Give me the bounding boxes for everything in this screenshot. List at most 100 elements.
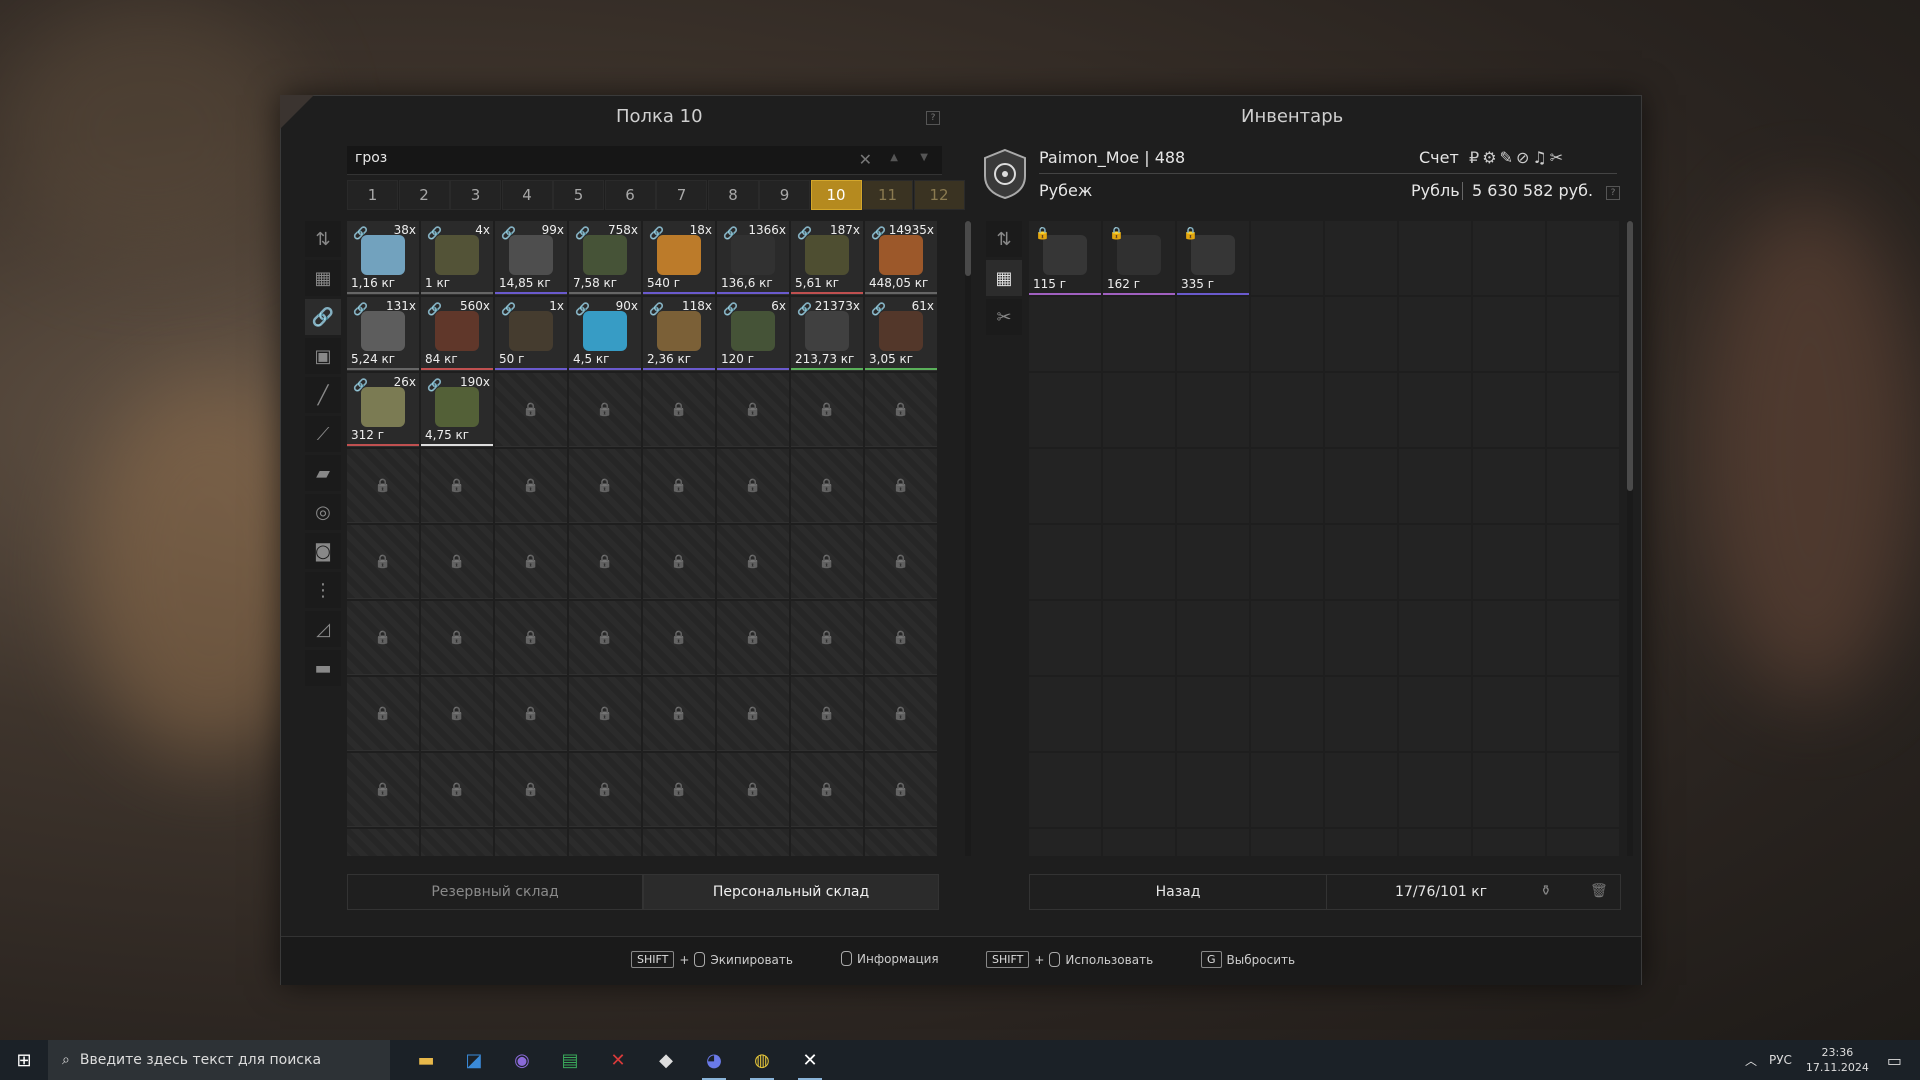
inventory-slot[interactable] <box>1029 677 1101 751</box>
inventory-slot[interactable] <box>1251 373 1323 447</box>
box-icon[interactable]: ▬ <box>305 650 341 686</box>
locked-slot[interactable] <box>569 753 641 827</box>
locked-slot[interactable] <box>865 449 937 523</box>
locked-slot[interactable] <box>347 449 419 523</box>
locked-slot[interactable] <box>495 601 567 675</box>
inventory-slot[interactable] <box>1325 677 1397 751</box>
locked-slot[interactable] <box>791 449 863 523</box>
shelf-tab-9[interactable]: 9 <box>759 180 810 210</box>
locked-slot[interactable] <box>865 829 937 856</box>
locked-slot[interactable] <box>791 677 863 751</box>
sheets-icon[interactable]: ▤ <box>546 1040 594 1080</box>
locked-slot[interactable] <box>495 373 567 447</box>
grid-icon[interactable]: ▦ <box>305 260 341 296</box>
ruble-icon[interactable]: ₽ <box>1469 148 1479 167</box>
shelf-scrollbar[interactable] <box>965 221 971 856</box>
inventory-slot[interactable] <box>1325 373 1397 447</box>
inventory-slot[interactable] <box>1399 601 1471 675</box>
shelf-tab-1[interactable]: 1 <box>347 180 398 210</box>
inventory-slot[interactable] <box>1399 677 1471 751</box>
locked-slot[interactable] <box>643 829 715 856</box>
notifications-icon[interactable]: ▭ <box>1887 1051 1902 1070</box>
back-button[interactable]: Назад <box>1030 875 1327 909</box>
grid-icon[interactable]: ▦ <box>986 260 1022 296</box>
shelf-tab-4[interactable]: 4 <box>501 180 553 210</box>
chrome-icon[interactable]: ◍ <box>738 1040 786 1080</box>
bandage-icon[interactable]: ▰ <box>305 455 341 491</box>
item-slot[interactable]: 🔗 190x 4,75 кг <box>421 373 493 447</box>
locked-slot[interactable] <box>717 449 789 523</box>
inventory-slot[interactable] <box>1399 373 1471 447</box>
locked-slot[interactable] <box>865 601 937 675</box>
item-slot[interactable]: 🔗 187x 5,61 кг <box>791 221 863 295</box>
trash-icon[interactable]: 🗑 <box>1590 883 1608 899</box>
gear-icon[interactable]: ⚙ <box>1482 148 1496 167</box>
shelf-tab-10[interactable]: 10 <box>810 180 862 210</box>
locked-slot[interactable] <box>421 449 493 523</box>
item-slot[interactable]: 🔗 560x 84 кг <box>421 297 493 371</box>
shelf-tab-8[interactable]: 8 <box>707 180 759 210</box>
locked-slot[interactable] <box>717 601 789 675</box>
inventory-slot[interactable] <box>1547 677 1619 751</box>
inventory-slot[interactable] <box>1103 297 1175 371</box>
inventory-slot[interactable] <box>1399 525 1471 599</box>
locked-slot[interactable] <box>495 829 567 856</box>
item-slot[interactable]: 🔗 118x 2,36 кг <box>643 297 715 371</box>
search-input[interactable] <box>347 146 843 170</box>
inventory-slot[interactable] <box>1029 829 1101 856</box>
link-icon[interactable]: 🔗 <box>305 299 341 335</box>
inventory-slot[interactable] <box>1325 297 1397 371</box>
locked-slot[interactable] <box>717 373 789 447</box>
inventory-help-button[interactable]: ? <box>1606 186 1620 200</box>
token-icon[interactable]: ⊘ <box>1516 148 1529 167</box>
inventory-slot[interactable] <box>1251 753 1323 827</box>
item-slot[interactable]: 🔗 38x 1,16 кг <box>347 221 419 295</box>
locked-slot[interactable] <box>569 677 641 751</box>
locked-slot[interactable] <box>569 373 641 447</box>
locked-slot[interactable] <box>643 525 715 599</box>
inventory-slot[interactable] <box>1325 829 1397 856</box>
item-slot[interactable]: 🔗 99x 14,85 кг <box>495 221 567 295</box>
tab-reserve-storage[interactable]: Резервный склад <box>347 874 643 910</box>
inventory-slot[interactable] <box>1177 373 1249 447</box>
locked-slot[interactable] <box>347 829 419 856</box>
locked-slot[interactable] <box>717 525 789 599</box>
arrow-up-icon[interactable]: ▲ <box>890 152 898 163</box>
locked-slot[interactable] <box>347 753 419 827</box>
item-slot[interactable]: 🔗 21373x 213,73 кг <box>791 297 863 371</box>
locked-slot[interactable] <box>717 753 789 827</box>
locked-slot[interactable] <box>791 373 863 447</box>
pen-icon[interactable]: ✎ <box>1500 148 1513 167</box>
rifle-icon[interactable]: ╱ <box>305 377 341 413</box>
inventory-slot[interactable] <box>1177 677 1249 751</box>
ammo-icon[interactable]: ⋮ <box>305 572 341 608</box>
shelf-tab-11[interactable]: 11 <box>862 180 913 210</box>
shelf-tab-6[interactable]: 6 <box>604 180 656 210</box>
locked-slot[interactable] <box>421 753 493 827</box>
misc-icon[interactable]: ◿ <box>305 611 341 647</box>
inventory-slot[interactable] <box>1473 677 1545 751</box>
inventory-slot[interactable] <box>1473 449 1545 523</box>
inventory-slot[interactable] <box>1177 449 1249 523</box>
item-slot[interactable]: 🔗 1366x 136,6 кг <box>717 221 789 295</box>
locked-slot[interactable] <box>495 449 567 523</box>
locked-slot[interactable] <box>347 677 419 751</box>
inventory-slot[interactable] <box>1103 525 1175 599</box>
locked-slot[interactable] <box>495 525 567 599</box>
locked-slot[interactable] <box>569 829 641 856</box>
inventory-slot[interactable] <box>1399 753 1471 827</box>
shelf-tab-12[interactable]: 12 <box>913 180 965 210</box>
shelf-tab-5[interactable]: 5 <box>553 180 604 210</box>
inventory-slot[interactable] <box>1029 373 1101 447</box>
locked-slot[interactable] <box>865 373 937 447</box>
windows-start-icon[interactable]: ⊞ <box>0 1040 48 1080</box>
viber-icon[interactable]: ◉ <box>498 1040 546 1080</box>
inventory-slot[interactable] <box>1103 677 1175 751</box>
locked-slot[interactable] <box>495 677 567 751</box>
inventory-slot[interactable] <box>1029 449 1101 523</box>
arrow-down-icon[interactable]: ▼ <box>920 152 928 163</box>
locked-slot[interactable] <box>643 449 715 523</box>
inventory-scroll-thumb[interactable] <box>1627 221 1633 491</box>
locked-slot[interactable] <box>347 601 419 675</box>
locked-slot[interactable] <box>791 601 863 675</box>
